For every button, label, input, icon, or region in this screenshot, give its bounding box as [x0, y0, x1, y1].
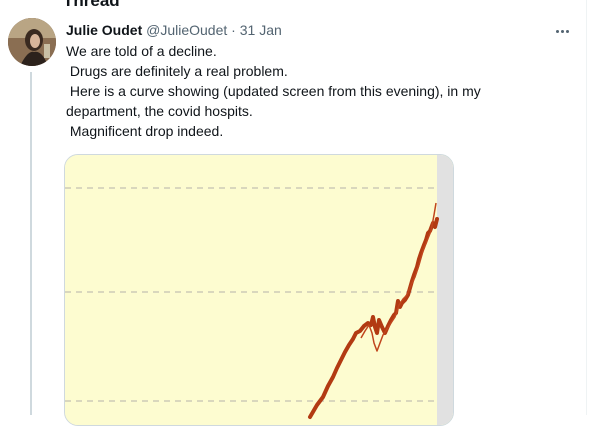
meta-separator: ·: [231, 22, 236, 38]
author-handle[interactable]: @JulieOudet: [146, 22, 227, 38]
tweet-media-image[interactable]: [64, 154, 454, 426]
more-options-button[interactable]: [552, 21, 572, 41]
tweet-text-line: We are told of a decline.: [66, 43, 217, 59]
tweet-text-line: department, the covid hospits.: [66, 103, 253, 119]
chart-side-bar: [437, 155, 453, 425]
thread-connector: [30, 72, 32, 415]
tweet-header: Julie Oudet @JulieOudet · 31 Jan: [66, 20, 282, 40]
tweet-text-line: Here is a curve showing (updated screen …: [66, 83, 481, 99]
avatar[interactable]: [8, 18, 56, 66]
author-name[interactable]: Julie Oudet: [66, 22, 142, 38]
more-horizontal-icon: [555, 29, 570, 33]
section-title: Thread: [63, 0, 120, 10]
tweet-text-line: Magnificent drop indeed.: [66, 123, 224, 139]
tweet-text-line: Drugs are definitely a real problem.: [66, 63, 288, 79]
column-divider: [586, 0, 587, 415]
hospitalization-chart-image: [65, 155, 453, 425]
tweet-date[interactable]: 31 Jan: [240, 22, 282, 38]
tweet-text: We are told of a decline. Drugs are defi…: [66, 41, 556, 141]
profile-photo-icon: [8, 18, 56, 66]
